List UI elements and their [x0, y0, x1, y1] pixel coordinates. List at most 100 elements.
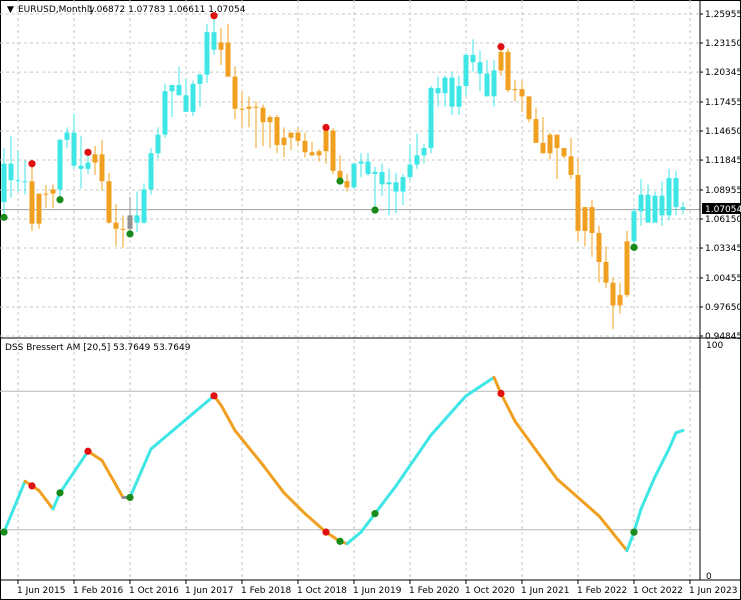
candle-body	[533, 119, 539, 143]
indicator-min-label: 0	[706, 572, 712, 582]
candle-body	[561, 148, 567, 157]
candle-body	[267, 117, 273, 123]
candle-body	[169, 84, 175, 92]
candle-body	[617, 295, 623, 306]
candle-body	[358, 161, 364, 164]
signal-down-dot	[497, 43, 505, 51]
candle-body	[652, 195, 658, 223]
candle-body	[57, 139, 63, 190]
candle-body	[414, 155, 420, 165]
indicator-signal-down-dot	[84, 447, 92, 455]
candle-body	[309, 152, 315, 156]
indicator-signal-up-dot	[0, 528, 8, 536]
signal-up-dot	[56, 196, 64, 204]
candle-body	[99, 154, 105, 182]
indicator-signal-up-dot	[126, 493, 134, 502]
candle-body	[505, 51, 511, 91]
indicator-signal-up-dot	[336, 537, 344, 545]
candle-body	[22, 181, 28, 183]
candle-body	[568, 156, 574, 175]
price-tick-label: 1.11845	[705, 156, 741, 166]
time-tick-label: 1 Oct 2018	[297, 586, 347, 596]
candle-body	[148, 153, 154, 190]
candle-body	[477, 62, 483, 74]
candle-body	[547, 134, 553, 154]
price-chart[interactable]: 1.25955 1.23150 1.20345 1.17455 1.14650 1.118…	[0, 0, 741, 600]
symbol-title: EURUSD,Monthly	[18, 5, 95, 15]
signal-down-dot	[28, 160, 36, 168]
price-tick-label: 1.23150	[705, 39, 741, 49]
candle-body	[680, 207, 686, 210]
price-tick-label: 1.06150	[705, 215, 741, 225]
time-tick-label: 1 Oct 2016	[129, 586, 179, 596]
signal-up-dot	[0, 213, 8, 221]
candle-body	[204, 32, 210, 75]
candle-body	[449, 77, 455, 107]
candle-body	[372, 171, 378, 174]
candle-body	[162, 91, 168, 135]
signal-up-dot	[371, 206, 379, 214]
candle-body	[106, 181, 112, 223]
candle-body	[344, 181, 350, 188]
candle-body	[8, 163, 14, 181]
candle-body	[288, 132, 294, 138]
indicator-signal-up-dot	[371, 510, 379, 518]
time-tick-label: 1 Feb 2016	[73, 586, 124, 596]
candle-body	[589, 207, 595, 233]
price-tick-label: 1.25955	[705, 10, 741, 20]
candle-body	[407, 164, 413, 178]
candle-body	[393, 182, 399, 192]
price-tick-label: 1.03345	[705, 244, 741, 254]
candle-body	[491, 70, 497, 97]
time-tick-label: 1 Feb 2018	[241, 586, 292, 596]
candle-body	[183, 95, 189, 112]
candle-body	[421, 148, 427, 156]
candle-body	[176, 84, 182, 96]
indicator-title: DSS Bressert AM [20,5] 53.7649 53.7649	[5, 343, 191, 353]
candle-body	[1, 163, 7, 202]
candle-body	[29, 181, 35, 224]
candle-body	[659, 195, 665, 216]
price-tick-label: 0.97650	[705, 303, 741, 313]
candle-body	[379, 171, 385, 185]
indicator-signal-up-dot	[56, 489, 64, 497]
candle-body	[442, 77, 448, 94]
candle-body	[540, 142, 546, 154]
candle-body	[512, 89, 518, 91]
candle-body	[92, 154, 98, 163]
candle-body	[365, 161, 371, 174]
candle-body	[281, 137, 287, 145]
indicator-signal-down-dot	[322, 528, 330, 536]
candle-body	[463, 54, 469, 86]
candle-body	[155, 134, 161, 154]
candle-body	[386, 182, 392, 185]
candle-body	[78, 165, 84, 169]
candle-body	[15, 180, 21, 182]
candle-body	[428, 88, 434, 149]
candle-body	[456, 85, 462, 107]
indicator-signal-up-dot	[630, 528, 638, 536]
candle-body	[484, 73, 490, 97]
candle-body	[239, 108, 245, 110]
candle-body	[225, 42, 231, 77]
candle-body	[211, 32, 217, 50]
signal-up-dot	[336, 177, 344, 185]
dropdown-icon[interactable]: ▼	[7, 5, 14, 15]
candle-body	[596, 232, 602, 262]
candle-body	[316, 151, 322, 156]
signal-up-dot	[126, 230, 134, 238]
candle-body	[575, 175, 581, 231]
candle-body	[645, 194, 651, 223]
candle-body	[120, 228, 126, 230]
candle-body	[603, 261, 609, 283]
indicator-signal-down-dot	[497, 389, 505, 398]
signal-down-dot	[322, 123, 330, 132]
price-tick-label: 1.08955	[705, 186, 741, 196]
candle-body	[260, 107, 266, 123]
candle-body	[85, 162, 91, 169]
current-price-label: 1.07054	[705, 205, 741, 215]
time-tick-label: 1 Jun 2023	[689, 586, 737, 596]
time-tick-label: 1 Feb 2020	[409, 586, 460, 596]
candle-body	[631, 211, 637, 242]
candle-body	[134, 215, 140, 223]
